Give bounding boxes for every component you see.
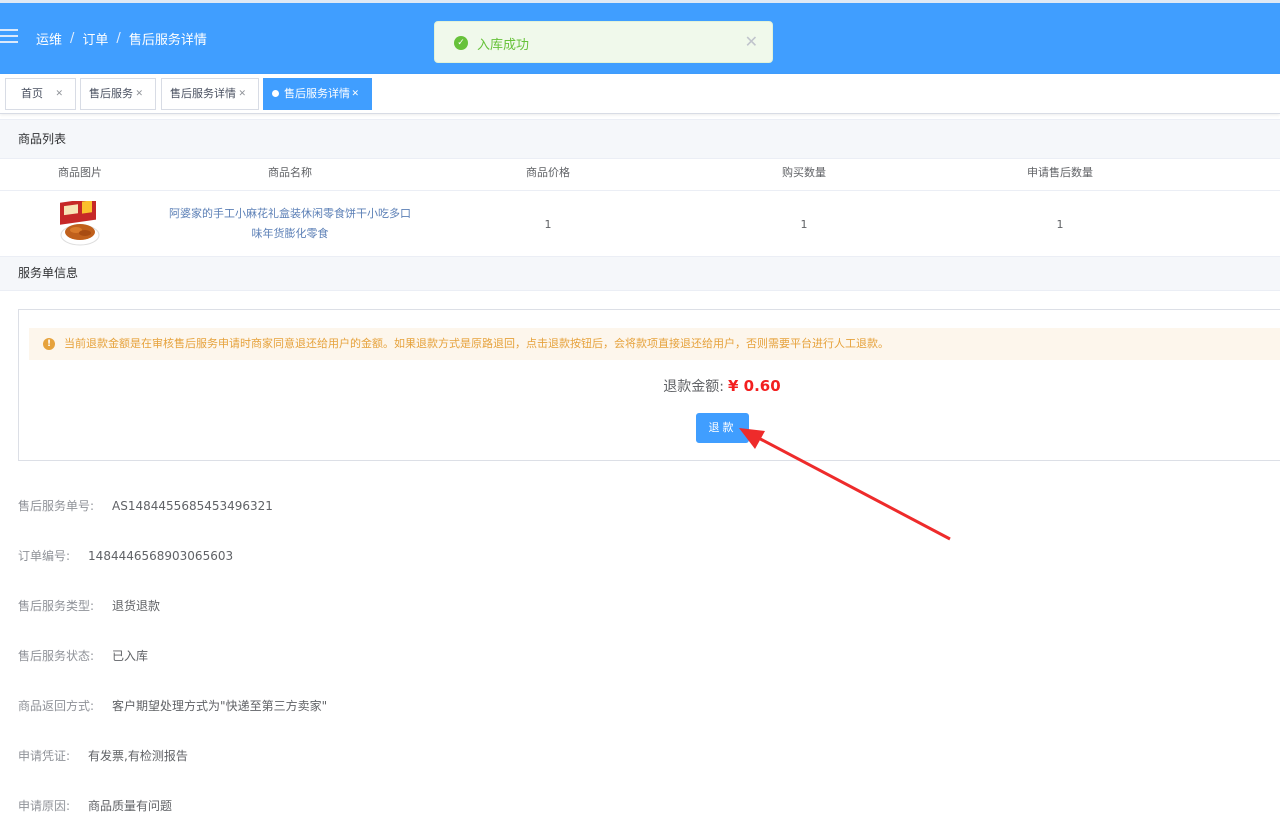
active-dot-icon	[272, 89, 279, 97]
close-icon[interactable]: ✕	[55, 79, 63, 109]
success-toast: ✓ 入库成功 ✕	[434, 21, 773, 63]
product-name-link[interactable]: 阿婆家的手工小麻花礼盒装休闲零食饼干小吃多口味年货膨化零食	[165, 204, 415, 244]
toast-message: 入库成功	[477, 38, 530, 53]
product-price-cell: 1	[544, 217, 552, 231]
detail-value: 已入库	[112, 649, 149, 663]
detail-value: 退货退款	[112, 599, 161, 613]
column-header: 购买数量	[782, 166, 826, 179]
service-info-title: 服务单信息	[0, 256, 1280, 291]
tab-label: 首页	[21, 87, 43, 100]
detail-row-proof: 申请凭证: 有发票,有检测报告	[18, 747, 188, 764]
detail-label: 申请原因:	[18, 799, 71, 813]
detail-row-service-status: 售后服务状态: 已入库	[18, 647, 148, 664]
detail-label: 商品返回方式:	[18, 699, 95, 713]
breadcrumb-separator: /	[70, 31, 75, 46]
hamburger-menu-icon[interactable]	[0, 29, 18, 43]
tab-aftersale[interactable]: 售后服务 ✕	[80, 78, 156, 110]
detail-row-return-method: 商品返回方式: 客户期望处理方式为"快递至第三方卖家"	[18, 697, 327, 714]
tab-label: 售后服务详情	[170, 87, 236, 100]
check-circle-icon: ✓	[454, 36, 468, 50]
detail-value: 客户期望处理方式为"快递至第三方卖家"	[112, 699, 328, 713]
detail-row-service-type: 售后服务类型: 退货退款	[18, 597, 160, 614]
tab-aftersale-detail[interactable]: 售后服务详情 ✕	[161, 78, 259, 110]
detail-label: 售后服务类型:	[18, 599, 95, 613]
alert-text: 当前退款金额是在审核售后服务申请时商家同意退还给用户的金额。如果退款方式是原路退…	[64, 337, 889, 350]
column-header: 商品名称	[268, 166, 312, 179]
annotation-arrow-icon	[739, 428, 951, 541]
tab-aftersale-detail-active[interactable]: 售后服务详情 ✕	[263, 78, 372, 110]
breadcrumb-separator: /	[116, 31, 121, 46]
breadcrumb-item-order[interactable]: 订单	[82, 29, 108, 48]
detail-label: 售后服务单号:	[18, 499, 95, 513]
warning-alert: ! 当前退款金额是在审核售后服务申请时商家同意退还给用户的金额。如果退款方式是原…	[29, 328, 1280, 360]
column-header: 商品图片	[58, 166, 102, 179]
close-icon[interactable]: ✕	[135, 79, 143, 109]
breadcrumb: 运维 / 订单 / 售后服务详情	[36, 29, 207, 48]
detail-row-order-number: 订单编号: 1484446568903065603	[18, 547, 233, 564]
close-icon[interactable]: ✕	[238, 79, 246, 109]
product-image-cell	[0, 191, 160, 257]
tags-view-bar: 首页 ✕ 售后服务 ✕ 售后服务详情 ✕ 售后服务详情 ✕	[0, 74, 1280, 114]
close-icon[interactable]: ✕	[351, 79, 359, 109]
refund-amount-line: 退款金额: ¥ 0.60	[19, 376, 1280, 396]
tab-label: 售后服务详情	[284, 87, 350, 100]
table-row: 阿婆家的手工小麻花礼盒装休闲零食饼干小吃多口味年货膨化零食 1 1 1	[0, 191, 1280, 257]
tab-home[interactable]: 首页 ✕	[5, 78, 76, 110]
detail-value: 商品质量有问题	[88, 799, 173, 813]
breadcrumb-item-aftersale-detail: 售后服务详情	[128, 33, 207, 48]
product-image[interactable]	[58, 197, 102, 247]
breadcrumb-item-ops[interactable]: 运维	[36, 29, 62, 48]
detail-label: 售后服务状态:	[18, 649, 95, 663]
warning-icon: !	[43, 338, 55, 350]
refund-panel: ! 当前退款金额是在审核售后服务申请时商家同意退还给用户的金额。如果退款方式是原…	[18, 309, 1280, 461]
product-list-title: 商品列表	[0, 119, 1280, 159]
close-icon[interactable]: ✕	[745, 32, 758, 51]
detail-value: 1484446568903065603	[88, 549, 234, 563]
refund-amount-value: ¥ 0.60	[728, 377, 781, 395]
detail-row-service-number: 售后服务单号: AS1484455685453496321	[18, 497, 273, 514]
detail-value: AS1484455685453496321	[112, 499, 273, 513]
tab-label: 售后服务	[89, 87, 133, 100]
aftersale-quantity-cell: 1	[1056, 217, 1064, 231]
refund-amount-label: 退款金额:	[663, 379, 725, 395]
purchase-quantity-cell: 1	[800, 217, 808, 231]
detail-label: 订单编号:	[18, 549, 71, 563]
product-name-cell: 阿婆家的手工小麻花礼盒装休闲零食饼干小吃多口味年货膨化零食	[160, 191, 420, 257]
detail-label: 申请凭证:	[18, 749, 71, 763]
detail-row-reason: 申请原因: 商品质量有问题	[18, 797, 172, 814]
column-header: 申请售后数量	[1027, 166, 1093, 179]
detail-value: 有发票,有检测报告	[88, 749, 188, 763]
table-header: 商品图片 商品名称 商品价格 购买数量 申请售后数量	[0, 155, 1280, 191]
column-header: 商品价格	[526, 166, 570, 179]
